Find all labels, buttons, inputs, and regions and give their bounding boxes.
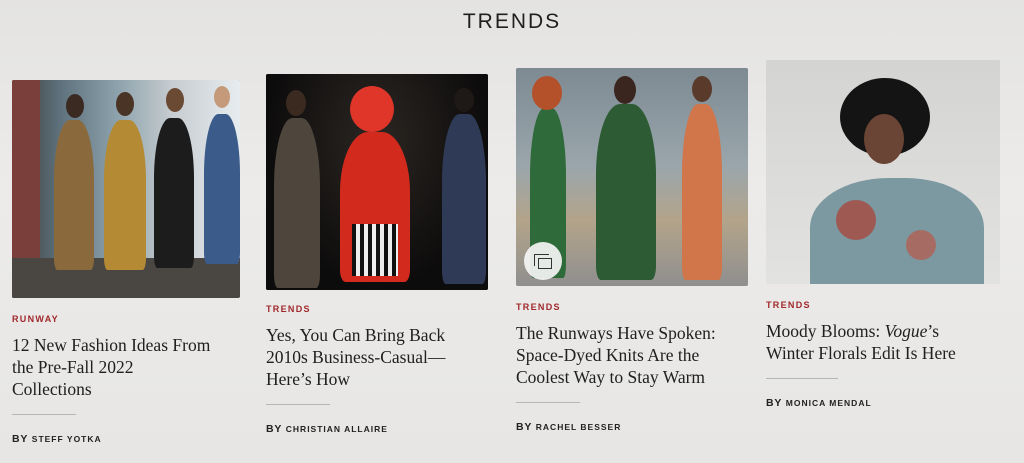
byline-2: BY CHRISTIAN ALLAIRE — [266, 423, 502, 435]
article-card-1[interactable]: RUNWAY 12 New Fashion Ideas From the Pre… — [12, 80, 248, 445]
article-kicker-4[interactable]: TRENDS — [766, 300, 1018, 310]
article-headline-2[interactable]: Yes, You Can Bring Back 2010s Business-C… — [266, 324, 502, 390]
headline-line: the Pre-Fall 2022 — [12, 357, 134, 377]
article-image-2[interactable] — [266, 74, 488, 290]
divider — [266, 404, 330, 405]
headline-text: ’s — [927, 321, 940, 341]
gallery-icon[interactable] — [524, 242, 562, 280]
headline-line: Yes, You Can Bring Back — [266, 325, 446, 345]
headline-italic: Vogue — [884, 321, 928, 341]
byline-3: BY RACHEL BESSER — [516, 421, 756, 433]
byline-prefix: BY — [766, 397, 783, 409]
article-image-4[interactable] — [766, 60, 1000, 284]
article-kicker-1[interactable]: RUNWAY — [12, 314, 248, 324]
article-card-3[interactable]: TRENDS The Runways Have Spoken: Space-Dy… — [516, 68, 756, 433]
headline-line: 2010s Business-Casual— — [266, 347, 446, 367]
byline-prefix: BY — [516, 421, 533, 433]
article-kicker-3[interactable]: TRENDS — [516, 302, 756, 312]
article-image-3[interactable] — [516, 68, 748, 286]
headline-line: Coolest Way to Stay Warm — [516, 367, 706, 387]
author-link[interactable]: STEFF YOTKA — [32, 434, 102, 444]
byline-4: BY MONICA MENDAL — [766, 397, 1018, 409]
article-headline-4[interactable]: Moody Blooms: Vogue’s Winter Florals Edi… — [766, 320, 1018, 364]
article-headline-1[interactable]: 12 New Fashion Ideas From the Pre-Fall 2… — [12, 334, 248, 400]
divider — [516, 402, 580, 403]
article-image-1[interactable] — [12, 80, 240, 298]
article-card-4[interactable]: TRENDS Moody Blooms: Vogue’s Winter Flor… — [766, 60, 1018, 409]
byline-prefix: BY — [12, 433, 29, 445]
headline-line: Space-Dyed Knits Are the — [516, 345, 700, 365]
article-kicker-2[interactable]: TRENDS — [266, 304, 502, 314]
divider — [766, 378, 838, 379]
headline-line: Here’s How — [266, 369, 351, 389]
trends-section: TRENDS RUNWAY 12 New Fashion Ideas From … — [0, 0, 1024, 463]
headline-line: 12 New Fashion Ideas From — [12, 335, 211, 355]
article-card-2[interactable]: TRENDS Yes, You Can Bring Back 2010s Bus… — [266, 74, 502, 435]
author-link[interactable]: CHRISTIAN ALLAIRE — [286, 424, 388, 434]
byline-1: BY STEFF YOTKA — [12, 433, 248, 445]
headline-line: Collections — [12, 379, 92, 399]
divider — [12, 414, 76, 415]
author-link[interactable]: MONICA MENDAL — [786, 398, 872, 408]
article-headline-3[interactable]: The Runways Have Spoken: Space-Dyed Knit… — [516, 322, 756, 388]
author-link[interactable]: RACHEL BESSER — [536, 422, 622, 432]
headline-text: Moody Blooms: — [766, 321, 885, 341]
headline-line: Winter Florals Edit Is Here — [766, 343, 956, 363]
byline-prefix: BY — [266, 423, 283, 435]
headline-line: The Runways Have Spoken: — [516, 323, 716, 343]
headline-line: Moody Blooms: Vogue’s — [766, 320, 1018, 342]
section-title: TRENDS — [462, 10, 562, 33]
